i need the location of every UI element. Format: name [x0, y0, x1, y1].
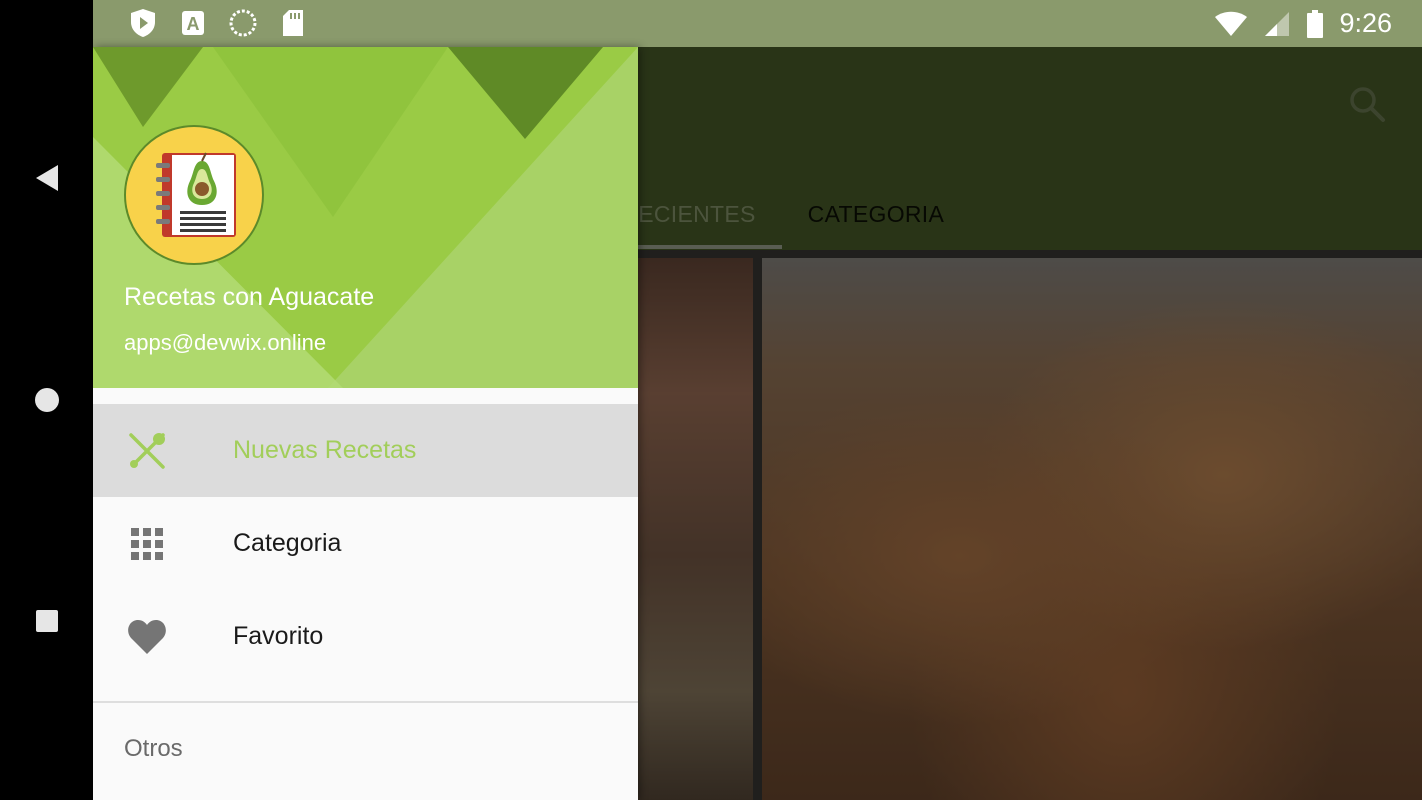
recents-button[interactable] — [23, 597, 71, 645]
home-button[interactable] — [23, 376, 71, 424]
menu-item-nuevas-recetas[interactable]: Nuevas Recetas — [93, 404, 638, 497]
drawer-header: Recetas con Aguacate apps@devwix.online — [93, 47, 638, 388]
font-a-icon: A — [179, 8, 207, 38]
section-label-otros: Otros — [124, 735, 183, 762]
back-button[interactable] — [23, 154, 71, 202]
play-protect-icon — [129, 8, 157, 38]
back-icon — [36, 165, 58, 191]
drawer-menu: Nuevas Recetas Categoria Favorito — [93, 404, 638, 683]
menu-item-label: Favorito — [233, 622, 324, 650]
wifi-icon — [1213, 9, 1249, 39]
sync-circle-icon — [229, 8, 257, 38]
status-bar: A 9:26 — [93, 0, 1422, 47]
app-screen: A 9:26 S RECIENTES CATEGORIA Recetas con… — [93, 0, 1422, 800]
app-name: Recetas con Aguacate — [124, 283, 375, 311]
grid-icon — [125, 522, 169, 566]
cell-signal-icon — [1263, 9, 1291, 39]
home-icon — [35, 388, 59, 412]
navigation-drawer: Recetas con Aguacate apps@devwix.online … — [93, 47, 638, 800]
recipe-book-avatar-icon — [156, 152, 236, 237]
sd-card-icon — [279, 8, 307, 38]
battery-icon — [1305, 9, 1325, 39]
menu-item-label: Categoria — [233, 529, 342, 557]
status-time: 9:26 — [1339, 8, 1392, 38]
app-logo — [124, 125, 264, 265]
menu-divider — [93, 701, 638, 703]
menu-item-label: Nuevas Recetas — [233, 436, 417, 464]
menu-item-favorito[interactable]: Favorito — [93, 590, 638, 683]
svg-text:A: A — [187, 14, 200, 34]
recents-icon — [36, 610, 58, 632]
heart-icon — [125, 615, 169, 659]
app-email: apps@devwix.online — [124, 330, 327, 355]
fork-spoon-icon — [125, 429, 169, 473]
system-navigation-bar — [0, 0, 93, 800]
menu-item-categoria[interactable]: Categoria — [93, 497, 638, 590]
